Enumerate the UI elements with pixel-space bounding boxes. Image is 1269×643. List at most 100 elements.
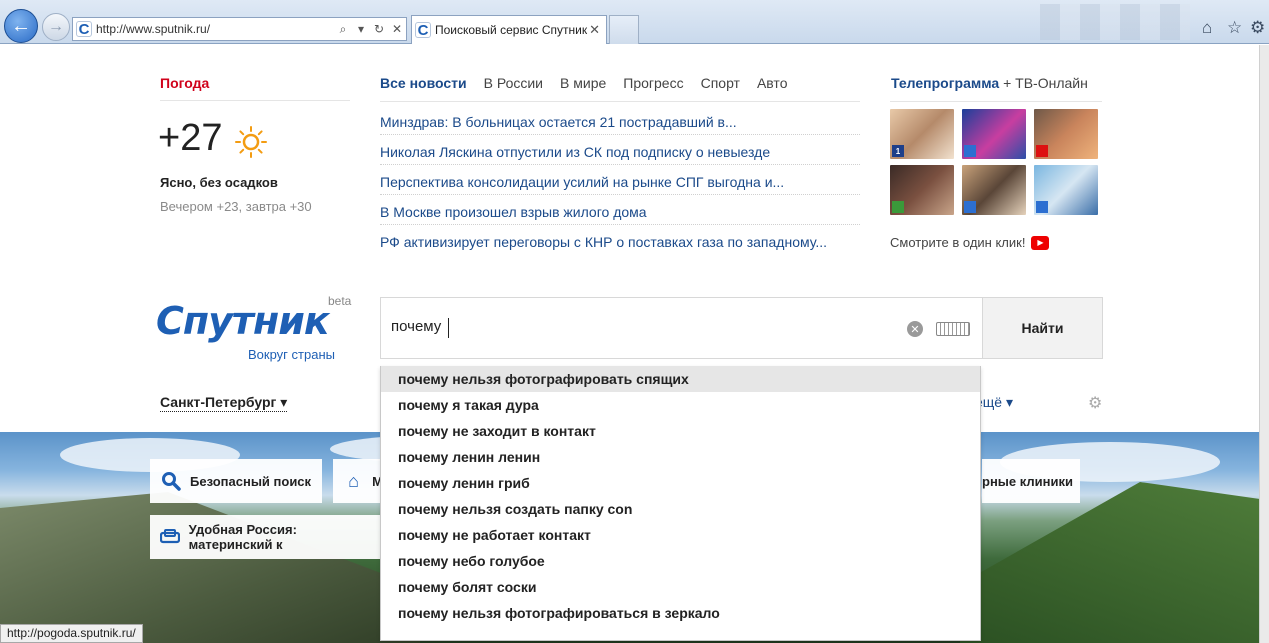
clinics-card-label: рные клиники bbox=[982, 473, 1073, 489]
tv-thumbnails: 1 bbox=[890, 109, 1102, 215]
chevron-down-icon[interactable]: ▾ bbox=[352, 22, 370, 36]
channel-logo-icon bbox=[892, 201, 904, 213]
search-button[interactable]: Найти bbox=[982, 297, 1103, 359]
tab-all-news[interactable]: Все новости bbox=[380, 75, 467, 91]
chevron-down-icon: ▾ bbox=[280, 394, 288, 410]
status-bar: http://pogoda.sputnik.ru/ bbox=[0, 624, 143, 643]
weather-forecast: Вечером +23, завтра +30 bbox=[160, 199, 312, 214]
keyboard-icon[interactable] bbox=[936, 322, 970, 336]
tab-favicon-icon: C bbox=[415, 22, 431, 39]
city-selector[interactable]: Санкт-Петербург ▾ bbox=[160, 394, 288, 412]
browser-toolbar: ← → C http://www.sputnik.ru/ ⌕ ▾ ↻ ✕ C П… bbox=[0, 0, 1269, 44]
gear-icon[interactable]: ⚙ bbox=[1250, 18, 1265, 38]
tv-watch-note[interactable]: Смотрите в один клик! ▶ bbox=[890, 235, 1050, 250]
refresh-icon[interactable]: ↻ bbox=[370, 22, 388, 36]
news-item[interactable]: Перспектива консолидации усилий на рынке… bbox=[380, 165, 860, 195]
news-item[interactable]: В Москве произошел взрыв жилого дома bbox=[380, 195, 860, 225]
search-suggestions: почему нельзя фотографировать спящих поч… bbox=[380, 366, 981, 641]
channel-logo-icon bbox=[964, 201, 976, 213]
suggestion-item[interactable]: почему ленин ленин bbox=[381, 444, 980, 470]
page-content: Погода +27 Ясно, без осадков Вечером +23… bbox=[0, 45, 1259, 643]
weather-temperature[interactable]: +27 bbox=[158, 117, 222, 160]
safe-search-label: Безопасный поиск bbox=[190, 473, 312, 489]
forest-hill bbox=[960, 482, 1259, 643]
tv-thumbnail[interactable] bbox=[1034, 109, 1098, 159]
suggestion-item[interactable]: почему небо голубое bbox=[381, 548, 980, 574]
chevron-down-icon: ▾ bbox=[1005, 394, 1014, 410]
play-icon[interactable]: ▶ bbox=[1031, 235, 1050, 250]
tv-program-label[interactable]: Телепрограмма bbox=[891, 75, 999, 91]
tab-world[interactable]: В мире bbox=[560, 75, 606, 91]
weather-title-link[interactable]: Погода bbox=[160, 75, 209, 91]
suggestion-item[interactable]: почему не работает контакт bbox=[381, 522, 980, 548]
logo-tagline[interactable]: Вокруг страны bbox=[248, 347, 335, 362]
sofa-icon bbox=[160, 526, 181, 548]
tv-thumbnail[interactable] bbox=[962, 165, 1026, 215]
arrow-left-icon: ← bbox=[11, 14, 31, 37]
home-icon[interactable]: ⌂ bbox=[1202, 18, 1212, 38]
safe-search-card[interactable]: Безопасный поиск bbox=[150, 459, 322, 503]
suggestion-item[interactable]: почему не заходит в контакт bbox=[381, 418, 980, 444]
tab-sputnik[interactable]: C Поисковый сервис Спутник ✕ bbox=[411, 15, 607, 44]
toolbar-background bbox=[1040, 4, 1190, 40]
suggestion-item[interactable]: почему ленин гриб bbox=[381, 470, 980, 496]
clinics-card[interactable]: рные клиники bbox=[982, 459, 1080, 503]
text-cursor bbox=[448, 318, 449, 338]
convenient-russia-label: Удобная Россия: материнский к bbox=[188, 522, 297, 552]
search-input[interactable] bbox=[391, 318, 891, 335]
news-list: Минздрав: В больницах остается 21 постра… bbox=[380, 105, 860, 255]
news-divider bbox=[380, 101, 860, 102]
tv-thumbnail[interactable] bbox=[1034, 165, 1098, 215]
search-box[interactable]: ✕ bbox=[380, 297, 982, 359]
city-label[interactable]: Санкт-Петербург bbox=[160, 394, 276, 410]
back-button[interactable]: ← bbox=[4, 9, 38, 43]
forward-button[interactable]: → bbox=[42, 13, 70, 41]
suggestion-item[interactable]: почему болят соски bbox=[381, 574, 980, 600]
logo-beta: beta bbox=[328, 294, 352, 308]
logo-text: Спутник bbox=[156, 299, 330, 343]
search-icon[interactable]: ⌕ bbox=[334, 22, 352, 37]
suggestion-item[interactable]: почему нельзя фотографироваться в зеркал… bbox=[381, 600, 980, 626]
channel-logo-icon bbox=[964, 145, 976, 157]
tab-russia[interactable]: В России bbox=[484, 75, 543, 91]
address-bar[interactable]: C http://www.sputnik.ru/ ⌕ ▾ ↻ ✕ bbox=[72, 17, 407, 41]
news-item[interactable]: Николая Ляскина отпустили из СК под подп… bbox=[380, 135, 860, 165]
tab-title: Поисковый сервис Спутник bbox=[435, 23, 588, 37]
news-item[interactable]: Минздрав: В больницах остается 21 постра… bbox=[380, 105, 860, 135]
sun-icon bbox=[235, 126, 267, 158]
convenient-russia-card[interactable]: Удобная Россия: материнский к bbox=[150, 515, 382, 559]
tv-online-label[interactable]: + ТВ-Онлайн bbox=[999, 75, 1088, 91]
vertical-scrollbar[interactable] bbox=[1259, 45, 1269, 643]
tv-divider bbox=[890, 101, 1102, 102]
channel-logo-icon bbox=[1036, 145, 1048, 157]
search-icon bbox=[160, 470, 182, 492]
new-tab-button[interactable] bbox=[609, 15, 639, 44]
tv-thumbnail[interactable]: 1 bbox=[890, 109, 954, 159]
tv-program-title[interactable]: Телепрограмма + ТВ-Онлайн bbox=[891, 75, 1088, 91]
home-card[interactable]: ⌂ М bbox=[333, 459, 383, 503]
weather-description: Ясно, без осадков bbox=[160, 175, 278, 190]
tab-close-icon[interactable]: ✕ bbox=[589, 22, 600, 38]
news-tabs: Все новости В России В мире Прогресс Спо… bbox=[380, 75, 787, 91]
suggestion-item[interactable]: почему я такая дура bbox=[381, 392, 980, 418]
address-text[interactable]: http://www.sputnik.ru/ bbox=[96, 22, 334, 36]
channel-logo-icon: 1 bbox=[892, 145, 904, 157]
favorites-star-icon[interactable]: ☆ bbox=[1227, 18, 1242, 38]
gear-icon[interactable]: ⚙ bbox=[1088, 393, 1102, 413]
tab-progress[interactable]: Прогресс bbox=[623, 75, 683, 91]
suggestion-item[interactable]: почему нельзя создать папку con bbox=[381, 496, 980, 522]
tab-sport[interactable]: Спорт bbox=[701, 75, 740, 91]
tv-thumbnail[interactable] bbox=[890, 165, 954, 215]
site-favicon-icon: C bbox=[76, 21, 92, 38]
site-logo[interactable]: Спутник beta Вокруг страны bbox=[156, 294, 351, 362]
home-icon: ⌂ bbox=[348, 470, 360, 491]
clear-search-icon[interactable]: ✕ bbox=[907, 321, 923, 337]
news-item[interactable]: РФ активизирует переговоры с КНР о поста… bbox=[380, 225, 860, 255]
close-icon[interactable]: ✕ bbox=[388, 22, 406, 36]
tab-auto[interactable]: Авто bbox=[757, 75, 788, 91]
suggestion-item[interactable]: почему нельзя фотографировать спящих bbox=[381, 366, 980, 392]
arrow-right-icon: → bbox=[48, 18, 64, 35]
tv-note-text[interactable]: Смотрите в один клик! bbox=[890, 235, 1025, 250]
channel-logo-icon bbox=[1036, 201, 1048, 213]
tv-thumbnail[interactable] bbox=[962, 109, 1026, 159]
